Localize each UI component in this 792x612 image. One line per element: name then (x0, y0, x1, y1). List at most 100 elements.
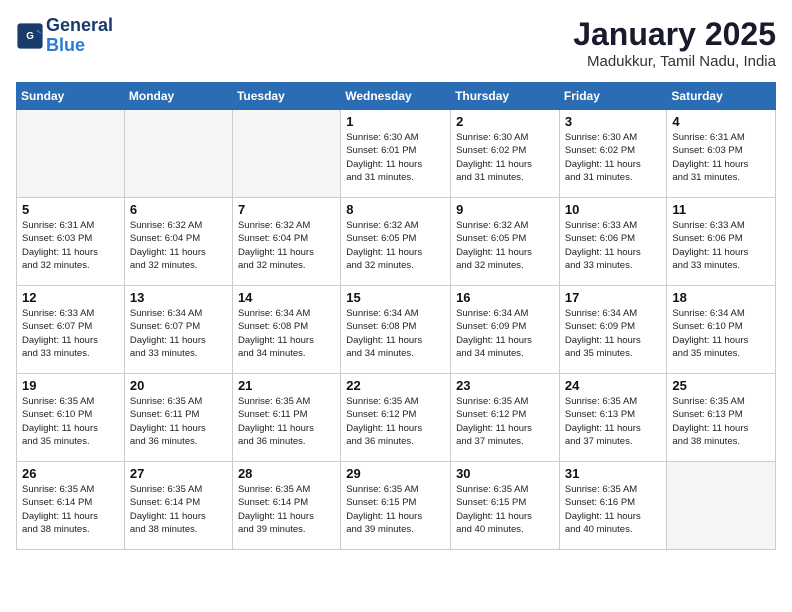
day-info: Sunrise: 6:32 AM Sunset: 6:04 PM Dayligh… (238, 219, 335, 272)
day-info: Sunrise: 6:34 AM Sunset: 6:07 PM Dayligh… (130, 307, 227, 360)
day-info: Sunrise: 6:34 AM Sunset: 6:08 PM Dayligh… (346, 307, 445, 360)
calendar-cell: 21Sunrise: 6:35 AM Sunset: 6:11 PM Dayli… (232, 374, 340, 462)
calendar-cell: 20Sunrise: 6:35 AM Sunset: 6:11 PM Dayli… (124, 374, 232, 462)
day-number: 14 (238, 290, 335, 305)
day-number: 13 (130, 290, 227, 305)
calendar-cell: 2Sunrise: 6:30 AM Sunset: 6:02 PM Daylig… (451, 110, 560, 198)
day-number: 29 (346, 466, 445, 481)
calendar-cell: 16Sunrise: 6:34 AM Sunset: 6:09 PM Dayli… (451, 286, 560, 374)
day-info: Sunrise: 6:35 AM Sunset: 6:15 PM Dayligh… (346, 483, 445, 536)
header-wednesday: Wednesday (341, 83, 451, 110)
svg-text:G: G (26, 31, 34, 42)
day-info: Sunrise: 6:34 AM Sunset: 6:08 PM Dayligh… (238, 307, 335, 360)
week-row-3: 12Sunrise: 6:33 AM Sunset: 6:07 PM Dayli… (17, 286, 776, 374)
day-number: 26 (22, 466, 119, 481)
logo: G GeneralBlue (16, 16, 113, 56)
calendar-cell: 22 Sunrise: 6:35 AM Sunset: 6:12 PM Dayli… (341, 374, 451, 462)
day-number: 24 (565, 378, 662, 393)
day-number: 8 (346, 202, 445, 217)
day-number: 12 (22, 290, 119, 305)
calendar-cell: 15Sunrise: 6:34 AM Sunset: 6:08 PM Dayli… (341, 286, 451, 374)
day-info: Sunrise: 6:30 AM Sunset: 6:01 PM Dayligh… (346, 131, 445, 184)
calendar-cell: 8Sunrise: 6:32 AM Sunset: 6:05 PM Daylig… (341, 198, 451, 286)
day-info: Sunrise: 6:35 AM Sunset: 6:13 PM Dayligh… (672, 395, 770, 448)
day-number: 23 (456, 378, 554, 393)
day-info: Sunrise: 6:30 AM Sunset: 6:02 PM Dayligh… (565, 131, 662, 184)
day-number: 3 (565, 114, 662, 129)
week-row-2: 5 Sunrise: 6:31 AM Sunset: 6:03 PM Daylig… (17, 198, 776, 286)
day-info: Sunrise: 6:33 AM Sunset: 6:06 PM Dayligh… (672, 219, 770, 272)
day-number: 20 (130, 378, 227, 393)
logo-name: GeneralBlue (46, 16, 113, 56)
day-number: 4 (672, 114, 770, 129)
day-info: Sunrise: 6:35 AM Sunset: 6:14 PM Dayligh… (22, 483, 119, 536)
day-number: 19 (22, 378, 119, 393)
day-info: Sunrise: 6:31 AM Sunset: 6:03 PM Dayligh… (672, 131, 770, 184)
day-number: 2 (456, 114, 554, 129)
day-number: 9 (456, 202, 554, 217)
calendar-cell: 1 Sunrise: 6:30 AM Sunset: 6:01 PM Daylig… (341, 110, 451, 198)
calendar-cell: 10 Sunrise: 6:33 AM Sunset: 6:06 PM Dayli… (559, 198, 667, 286)
day-info: Sunrise: 6:35 AM Sunset: 6:15 PM Dayligh… (456, 483, 554, 536)
calendar-cell: 26 Sunrise: 6:35 AM Sunset: 6:14 PM Dayli… (17, 462, 125, 550)
calendar-cell: 11 Sunrise: 6:33 AM Sunset: 6:06 PM Dayli… (667, 198, 776, 286)
calendar-cell: 30 Sunrise: 6:35 AM Sunset: 6:15 PM Dayli… (451, 462, 560, 550)
location-subtitle: Madukkur, Tamil Nadu, India (573, 53, 776, 70)
calendar-cell: 6 Sunrise: 6:32 AM Sunset: 6:04 PM Daylig… (124, 198, 232, 286)
calendar-cell: 31 Sunrise: 6:35 AM Sunset: 6:16 PM Dayli… (559, 462, 667, 550)
day-number: 31 (565, 466, 662, 481)
day-info: Sunrise: 6:32 AM Sunset: 6:04 PM Dayligh… (130, 219, 227, 272)
day-info: Sunrise: 6:35 AM Sunset: 6:11 PM Dayligh… (238, 395, 335, 448)
calendar-cell (17, 110, 125, 198)
calendar-cell (667, 462, 776, 550)
day-number: 25 (672, 378, 770, 393)
title-block: January 2025 Madukkur, Tamil Nadu, India (573, 16, 776, 70)
calendar-cell: 7Sunrise: 6:32 AM Sunset: 6:04 PM Daylig… (232, 198, 340, 286)
day-info: Sunrise: 6:35 AM Sunset: 6:14 PM Dayligh… (130, 483, 227, 536)
day-number: 17 (565, 290, 662, 305)
day-number: 28 (238, 466, 335, 481)
week-row-5: 26 Sunrise: 6:35 AM Sunset: 6:14 PM Dayli… (17, 462, 776, 550)
day-info: Sunrise: 6:35 AM Sunset: 6:16 PM Dayligh… (565, 483, 662, 536)
header-friday: Friday (559, 83, 667, 110)
calendar-cell: 4 Sunrise: 6:31 AM Sunset: 6:03 PM Daylig… (667, 110, 776, 198)
day-info: Sunrise: 6:33 AM Sunset: 6:06 PM Dayligh… (565, 219, 662, 272)
calendar-cell: 28Sunrise: 6:35 AM Sunset: 6:14 PM Dayli… (232, 462, 340, 550)
day-info: Sunrise: 6:34 AM Sunset: 6:10 PM Dayligh… (672, 307, 770, 360)
day-info: Sunrise: 6:35 AM Sunset: 6:12 PM Dayligh… (346, 395, 445, 448)
day-number: 11 (672, 202, 770, 217)
calendar-cell: 14 Sunrise: 6:34 AM Sunset: 6:08 PM Dayli… (232, 286, 340, 374)
month-title: January 2025 (573, 16, 776, 53)
day-info: Sunrise: 6:31 AM Sunset: 6:03 PM Dayligh… (22, 219, 119, 272)
day-number: 22 (346, 378, 445, 393)
calendar-table: SundayMondayTuesdayWednesdayThursdayFrid… (16, 82, 776, 550)
day-number: 6 (130, 202, 227, 217)
calendar-cell: 29 Sunrise: 6:35 AM Sunset: 6:15 PM Dayli… (341, 462, 451, 550)
day-info: Sunrise: 6:34 AM Sunset: 6:09 PM Dayligh… (565, 307, 662, 360)
day-info: Sunrise: 6:35 AM Sunset: 6:12 PM Dayligh… (456, 395, 554, 448)
day-number: 30 (456, 466, 554, 481)
header-tuesday: Tuesday (232, 83, 340, 110)
header-monday: Monday (124, 83, 232, 110)
day-info: Sunrise: 6:35 AM Sunset: 6:13 PM Dayligh… (565, 395, 662, 448)
day-number: 5 (22, 202, 119, 217)
calendar-cell: 18 Sunrise: 6:34 AM Sunset: 6:10 PM Dayli… (667, 286, 776, 374)
day-number: 10 (565, 202, 662, 217)
day-number: 27 (130, 466, 227, 481)
logo-icon: G (16, 22, 44, 50)
calendar-cell: 13 Sunrise: 6:34 AM Sunset: 6:07 PM Dayli… (124, 286, 232, 374)
day-number: 18 (672, 290, 770, 305)
day-number: 16 (456, 290, 554, 305)
calendar-cell: 12Sunrise: 6:33 AM Sunset: 6:07 PM Dayli… (17, 286, 125, 374)
header-row: SundayMondayTuesdayWednesdayThursdayFrid… (17, 83, 776, 110)
calendar-cell: 27 Sunrise: 6:35 AM Sunset: 6:14 PM Dayli… (124, 462, 232, 550)
calendar-cell: 9 Sunrise: 6:32 AM Sunset: 6:05 PM Daylig… (451, 198, 560, 286)
calendar-cell: 19Sunrise: 6:35 AM Sunset: 6:10 PM Dayli… (17, 374, 125, 462)
calendar-cell: 24 Sunrise: 6:35 AM Sunset: 6:13 PM Dayli… (559, 374, 667, 462)
calendar-cell: 5 Sunrise: 6:31 AM Sunset: 6:03 PM Daylig… (17, 198, 125, 286)
week-row-4: 19Sunrise: 6:35 AM Sunset: 6:10 PM Dayli… (17, 374, 776, 462)
week-row-1: 1 Sunrise: 6:30 AM Sunset: 6:01 PM Daylig… (17, 110, 776, 198)
day-info: Sunrise: 6:32 AM Sunset: 6:05 PM Dayligh… (456, 219, 554, 272)
day-number: 1 (346, 114, 445, 129)
calendar-cell: 17 Sunrise: 6:34 AM Sunset: 6:09 PM Dayli… (559, 286, 667, 374)
